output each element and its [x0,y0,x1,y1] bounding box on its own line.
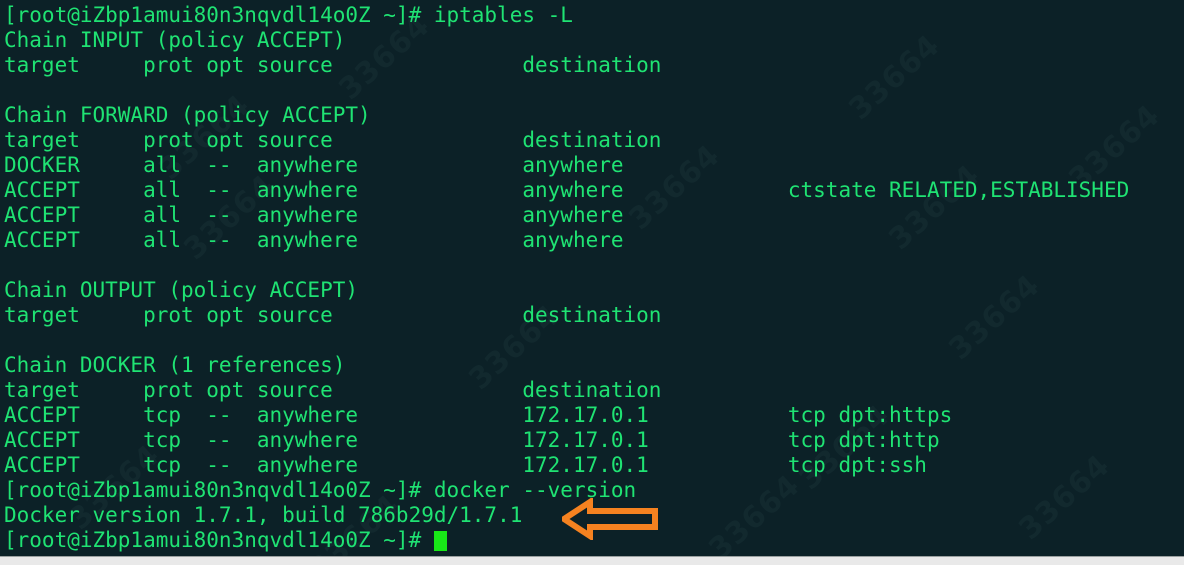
terminal-line: target prot opt source destination [4,303,662,327]
terminal-line: ACCEPT all -- anywhere anywhere ctstate … [4,178,1130,202]
terminal-line: Chain DOCKER (1 references) [4,353,346,377]
terminal-line: ACCEPT all -- anywhere anywhere [4,203,624,227]
terminal-output[interactable]: [root@iZbp1amui80n3nqvdl14o0Z ~]# iptabl… [0,0,1184,553]
terminal-line: ACCEPT all -- anywhere anywhere [4,228,624,252]
terminal-line: Chain OUTPUT (policy ACCEPT) [4,278,359,302]
terminal-line: ACCEPT tcp -- anywhere 172.17.0.1 tcp dp… [4,453,927,477]
window-bottom-bar [0,556,1184,565]
prompt-text: [root@iZbp1amui80n3nqvdl14o0Z ~]# [4,528,434,552]
text-cursor[interactable] [433,531,447,551]
terminal-line: ACCEPT tcp -- anywhere 172.17.0.1 tcp dp… [4,428,940,452]
terminal-line: DOCKER all -- anywhere anywhere [4,153,624,177]
terminal-line: target prot opt source destination [4,378,662,402]
terminal-line: ACCEPT tcp -- anywhere 172.17.0.1 tcp dp… [4,403,953,427]
terminal-line: target prot opt source destination [4,128,662,152]
terminal-line: target prot opt source destination [4,53,662,77]
terminal-window: 33664 33664 33664 33664 33664 33664 33664 33664… [0,0,1184,565]
terminal-line: Chain FORWARD (policy ACCEPT) [4,103,371,127]
orange-left-arrow-annotation-icon [562,498,658,540]
terminal-line: Chain INPUT (policy ACCEPT) [4,28,346,52]
terminal-line: [root@iZbp1amui80n3nqvdl14o0Z ~]# iptabl… [4,3,573,27]
